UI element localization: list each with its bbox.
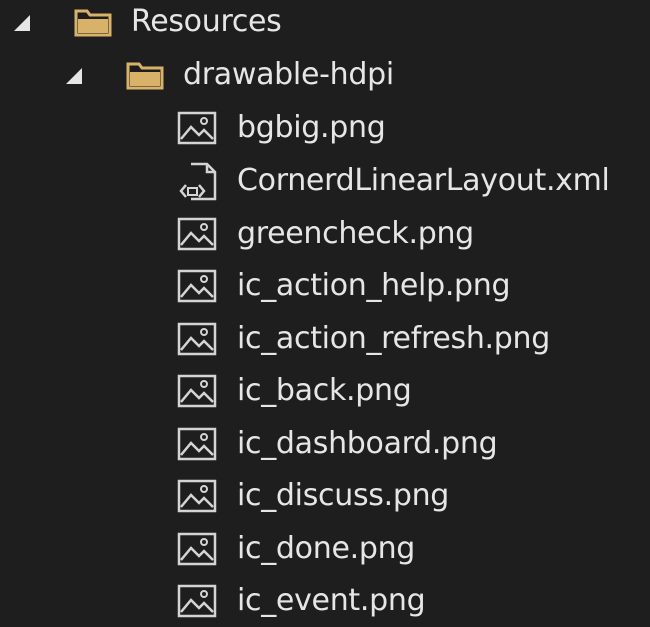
tree-item-label: ic_dashboard.png [237, 426, 498, 461]
image-file-icon [177, 217, 217, 251]
tree-item-file[interactable]: ic_done.png [0, 523, 650, 575]
tree-item-label: ic_event.png [237, 583, 426, 618]
tree-item-label: greencheck.png [237, 216, 474, 251]
tree-item-file[interactable]: bgbig.png [0, 102, 650, 154]
tree-item-file[interactable]: ic_action_help.png [0, 260, 650, 312]
image-file-icon [177, 374, 217, 408]
tree-item-label: Resources [131, 4, 282, 39]
image-file-icon [177, 111, 217, 145]
image-file-icon [177, 269, 217, 303]
tree-item-label: CornerdLinearLayout.xml [237, 163, 610, 198]
image-file-icon [177, 322, 217, 356]
tree-item-label: ic_action_refresh.png [237, 321, 550, 356]
folder-icon [126, 62, 164, 90]
image-file-icon [177, 479, 217, 513]
tree-item-label: ic_done.png [237, 531, 416, 566]
tree-item-file[interactable]: ic_dashboard.png [0, 418, 650, 470]
tree-item-label: bgbig.png [237, 110, 386, 145]
expanded-arrow-icon[interactable] [66, 68, 82, 84]
tree-item-file[interactable]: CornerdLinearLayout.xml [0, 155, 650, 207]
image-file-icon [177, 427, 217, 461]
tree-item-label: ic_discuss.png [237, 478, 450, 513]
expanded-arrow-icon[interactable] [14, 15, 30, 31]
image-file-icon [177, 532, 217, 566]
tree-item-file[interactable]: ic_discuss.png [0, 470, 650, 522]
tree-item-file[interactable]: ic_event.png [0, 575, 650, 627]
tree-item-drawable-hdpi[interactable]: drawable-hdpi [0, 49, 650, 101]
tree-item-resources[interactable]: Resources [0, 0, 650, 48]
tree-item-label: drawable-hdpi [183, 57, 394, 92]
tree-item-file[interactable]: greencheck.png [0, 208, 650, 260]
tree-item-label: ic_back.png [237, 373, 412, 408]
tree-item-file[interactable]: ic_action_refresh.png [0, 313, 650, 365]
tree-item-file[interactable]: ic_back.png [0, 365, 650, 417]
solution-explorer-tree: Resources drawable-hdpi bgbig.png Corner… [0, 0, 650, 624]
xml-file-icon [179, 162, 217, 201]
image-file-icon [177, 584, 217, 618]
tree-item-label: ic_action_help.png [237, 268, 511, 303]
folder-icon [74, 9, 112, 37]
